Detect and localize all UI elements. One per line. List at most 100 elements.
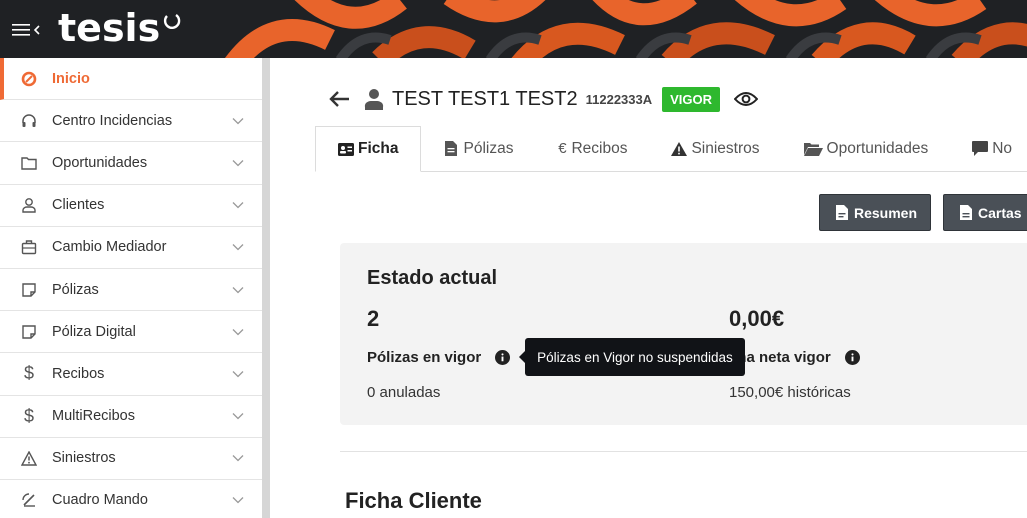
sidebar-item-label: MultiRecibos (52, 408, 135, 425)
sidebar-item-label: Pólizas (52, 281, 99, 298)
chevron-left-icon (33, 25, 40, 35)
estado-actual-card: Estado actual 2 Pólizas en vigor 0 anula… (340, 243, 1027, 425)
sidebar-item-label: Póliza Digital (52, 323, 136, 340)
chevron-down-icon (232, 286, 244, 293)
sidebar-item-label: Cambio Mediador (52, 239, 167, 256)
back-button[interactable] (328, 89, 352, 109)
sidebar-item-label: Oportunidades (52, 154, 148, 171)
top-header: tesis (0, 0, 1027, 58)
folder-open-icon (803, 141, 823, 156)
logo-ring-icon (164, 14, 181, 29)
polizas-anuladas: 0 anuladas (367, 384, 441, 401)
tab-polizas[interactable]: Pólizas (421, 126, 535, 171)
cartas-button[interactable]: Cartas (943, 194, 1027, 231)
chevron-down-icon (232, 413, 244, 420)
briefcase-icon (20, 238, 38, 256)
dollar-icon: $ (23, 363, 34, 384)
sidebar-item-siniestros[interactable]: Siniestros (0, 437, 262, 480)
main-content: TEST TEST1 TEST2 11222333A VIGOR Ficha P… (270, 58, 1027, 518)
client-name: TEST TEST1 TEST2 (392, 87, 578, 110)
sidebar-item-centro-incidencias[interactable]: Centro Incidencias (0, 100, 262, 143)
sidebar-item-label: Siniestros (52, 450, 116, 467)
folder-icon (20, 154, 38, 172)
person-icon (364, 89, 384, 110)
hamburger-icon (12, 24, 30, 36)
id-card-icon (338, 142, 354, 157)
tab-notas[interactable]: No (950, 126, 1012, 171)
sidebar-item-polizas[interactable]: Pólizas (0, 268, 262, 312)
chevron-down-icon (232, 455, 244, 462)
tab-recibos[interactable]: € Recibos (535, 126, 649, 171)
sidebar-item-label: Cuadro Mando (52, 492, 148, 509)
client-tabs: Ficha Pólizas € Recibos Siniestros Oport… (315, 126, 1027, 172)
sidebar-item-label: Recibos (52, 365, 105, 382)
tab-label: Ficha (358, 140, 399, 157)
polizas-count: 2 (367, 306, 380, 331)
sidebar-item-inicio[interactable]: Inicio (0, 58, 262, 101)
client-header: TEST TEST1 TEST2 11222333A VIGOR (328, 84, 759, 114)
menu-toggle-button[interactable] (12, 18, 46, 42)
polizas-label: Pólizas en vigor (367, 349, 511, 366)
eye-icon (734, 92, 759, 106)
logo-text: tesis (58, 6, 161, 50)
sidebar-item-label: Clientes (52, 197, 105, 214)
chevron-down-icon (232, 497, 244, 504)
prima-value: 0,00€ (729, 306, 785, 331)
tooltip: Pólizas en Vigor no suspendidas (519, 338, 745, 376)
sidebar-item-label: Centro Incidencias (52, 112, 173, 129)
status-badge: VIGOR (662, 86, 721, 112)
headset-icon (20, 112, 38, 130)
resumen-button[interactable]: Resumen (819, 194, 931, 231)
file-icon (443, 141, 459, 156)
sidebar-item-recibos[interactable]: $ Recibos (0, 353, 262, 396)
chevron-down-icon (232, 202, 244, 209)
sidebar-item-multirecibos[interactable]: $ MultiRecibos (0, 395, 262, 438)
sidebar: Inicio Centro Incidencias Oportunidades … (0, 58, 270, 518)
tesis-logo-icon (20, 70, 38, 88)
cartas-button-label: Cartas (978, 204, 1022, 221)
user-icon (20, 196, 38, 214)
section-divider (340, 451, 1027, 452)
ficha-cliente-title: Ficha Cliente (345, 488, 482, 513)
prima-historicas: 150,00€ históricas (729, 384, 851, 401)
tab-label: Pólizas (463, 139, 514, 157)
arrow-left-icon (329, 91, 349, 107)
sidebar-item-cambio-mediador[interactable]: Cambio Mediador (0, 226, 262, 269)
tab-label: Siniestros (691, 139, 760, 157)
euro-icon: € (558, 140, 567, 157)
tab-label: Recibos (571, 139, 628, 157)
tesis-logo[interactable]: tesis (58, 6, 182, 50)
card-title: Estado actual (367, 267, 498, 289)
tab-ficha[interactable]: Ficha (315, 126, 422, 172)
sidebar-item-oportunidades[interactable]: Oportunidades (0, 142, 262, 185)
file-icon (960, 205, 972, 220)
polizas-label-text: Pólizas en vigor (367, 349, 482, 366)
tooltip-text: Pólizas en Vigor no suspendidas (537, 349, 733, 365)
tab-label: No (992, 139, 1013, 157)
info-icon[interactable] (844, 350, 860, 365)
dollar-icon: $ (23, 405, 34, 426)
sidebar-item-clientes[interactable]: Clientes (0, 184, 262, 227)
chevron-down-icon (232, 370, 244, 378)
resumen-button-label: Resumen (854, 204, 918, 221)
sidebar-item-label: Inicio (52, 70, 90, 87)
document-icon (20, 323, 38, 341)
tab-oportunidades[interactable]: Oportunidades (782, 126, 951, 171)
document-icon (20, 281, 38, 299)
warning-icon (20, 449, 38, 467)
file-pdf-icon (836, 205, 848, 220)
dashboard-icon (20, 491, 38, 509)
prima-label: ima neta vigor (729, 349, 860, 366)
sidebar-item-cuadro-mando[interactable]: Cuadro Mando (0, 479, 262, 518)
info-icon[interactable] (495, 350, 511, 365)
tab-siniestros[interactable]: Siniestros (649, 126, 781, 171)
warning-icon (671, 141, 688, 156)
sidebar-item-poliza-digital[interactable]: Póliza Digital (0, 311, 262, 354)
chevron-down-icon (232, 244, 244, 251)
tab-label: Oportunidades (826, 139, 929, 157)
chevron-down-icon (232, 117, 244, 125)
client-id: 11222333A (585, 91, 653, 107)
view-toggle-button[interactable] (720, 90, 759, 108)
comment-icon (972, 141, 989, 156)
chevron-down-icon (232, 328, 244, 336)
